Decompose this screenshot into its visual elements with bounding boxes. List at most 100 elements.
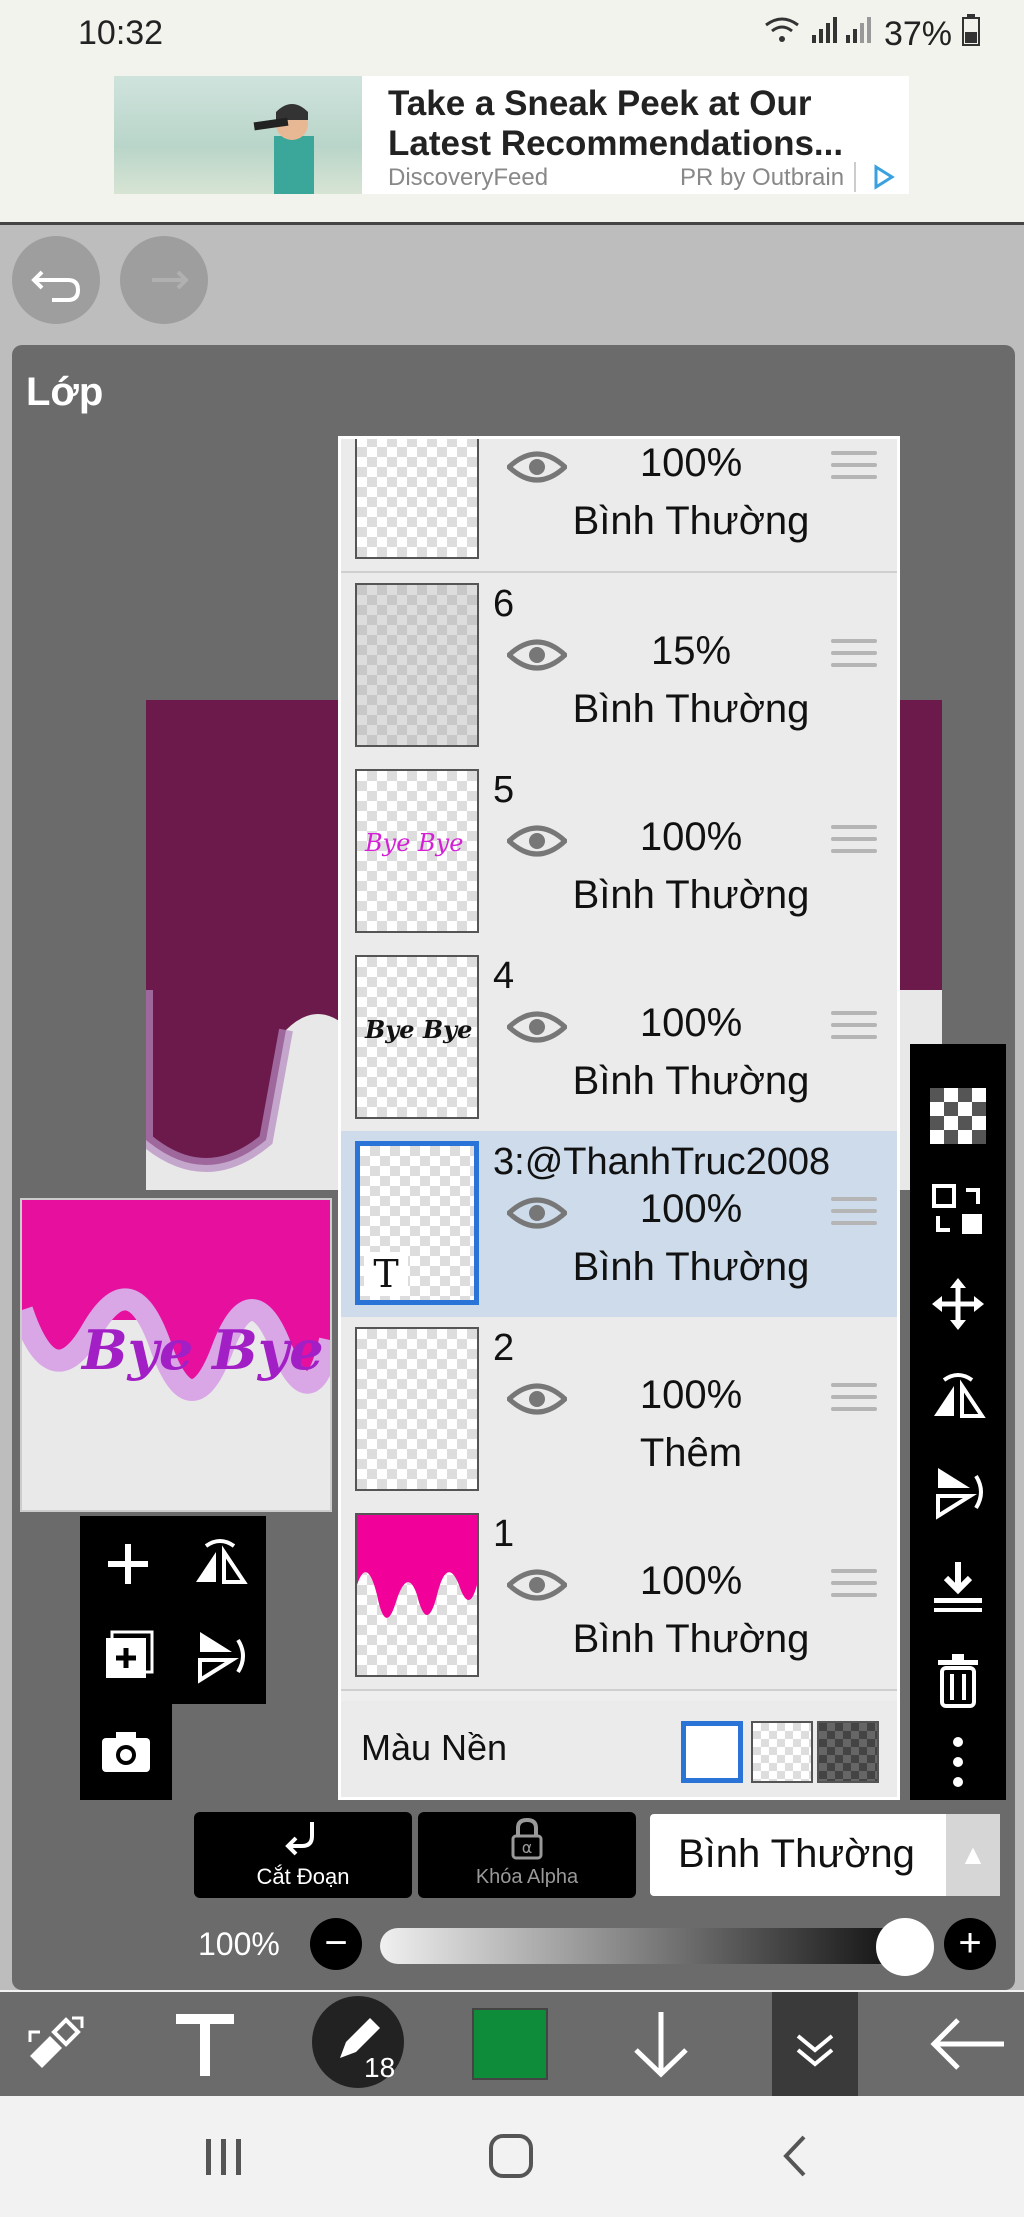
visibility-eye-icon[interactable] [507, 635, 567, 675]
ad-divider [854, 162, 856, 192]
ad-pr-label: PR by Outbrain [680, 164, 845, 191]
drag-handle-icon[interactable] [831, 1569, 877, 1605]
undo-button[interactable] [12, 236, 100, 324]
recent-apps-icon[interactable] [204, 2132, 244, 2192]
dropdown-arrow-icon[interactable]: ▲ [946, 1814, 1000, 1896]
canvas-preview[interactable]: Bye Bye [11, 1198, 341, 1512]
undo-icon [31, 270, 81, 302]
alpha-lock-button[interactable]: α Khóa Alpha [418, 1812, 636, 1898]
visibility-eye-icon[interactable] [507, 1007, 567, 1047]
redo-icon [152, 270, 189, 290]
ad-banner[interactable]: Take a Sneak Peek at Our Latest Recommen… [114, 76, 909, 194]
battery-percent: 37% [883, 15, 952, 53]
lock-icon: α [511, 1818, 543, 1860]
layer-opacity: 100% [639, 815, 743, 859]
visibility-eye-icon[interactable] [507, 1193, 567, 1233]
layer-opacity: 100% [639, 1187, 743, 1231]
ad-image[interactable] [114, 76, 362, 194]
transform-tool-icon[interactable] [10, 2006, 100, 2082]
layer-row[interactable]: Bye Bye 5 100% Bình Thường [341, 759, 897, 947]
add-layer-copy-icon[interactable] [100, 1628, 156, 1684]
layer-row[interactable]: 100% Bình Thường [341, 439, 897, 573]
opacity-slider-knob[interactable] [876, 1918, 934, 1976]
layer-number: 3:@ThanhTruc2008 [493, 1141, 831, 1183]
blend-mode-value: Bình Thường [678, 1832, 915, 1876]
drag-handle-icon[interactable] [831, 825, 877, 861]
opacity-slider[interactable] [380, 1928, 900, 1964]
drag-handle-icon[interactable] [831, 451, 877, 487]
swap-layers-icon[interactable] [930, 1182, 986, 1238]
layer-thumbnail[interactable]: T [355, 1141, 479, 1305]
opacity-increase-button[interactable]: + [944, 1918, 996, 1970]
flip-vertical-layer-icon[interactable] [192, 1628, 248, 1684]
adchoices-icon[interactable] [872, 164, 896, 195]
layer-thumbnail[interactable] [355, 1513, 479, 1677]
background-color-row: Màu Nền [341, 1701, 897, 1797]
layer-row[interactable]: 1 100% Bình Thường [341, 1503, 897, 1691]
visibility-eye-icon[interactable] [507, 447, 567, 487]
layer-blend-mode: Bình Thường [572, 1059, 810, 1103]
layer-opacity: 100% [639, 441, 743, 485]
home-icon[interactable] [488, 2132, 534, 2192]
checkerboard-icon[interactable] [930, 1088, 986, 1144]
layer-thumbnail[interactable] [355, 439, 479, 559]
color-swatch[interactable] [468, 2006, 558, 2082]
flip-horizontal-icon[interactable] [930, 1370, 986, 1426]
down-arrow-icon[interactable] [616, 2006, 706, 2082]
bg-swatch-dark[interactable] [817, 1721, 879, 1783]
more-options-icon[interactable] [930, 1734, 986, 1790]
drag-handle-icon[interactable] [831, 1011, 877, 1047]
collapse-panel-button[interactable] [772, 1992, 858, 2096]
clip-button[interactable]: Cắt Đoạn [194, 1812, 412, 1898]
trash-icon[interactable] [930, 1652, 986, 1708]
layer-row[interactable]: 6 15% Bình Thường [341, 573, 897, 761]
clip-arrow-icon [285, 1822, 314, 1856]
opacity-decrease-button[interactable]: − [310, 1918, 362, 1970]
layer-add-toolbar [80, 1516, 266, 1704]
layer-thumbnail[interactable] [355, 1327, 479, 1491]
layer-row[interactable]: Bye Bye 4 100% Bình Thường [341, 945, 897, 1133]
ad-title[interactable]: Take a Sneak Peek at Our Latest Recommen… [388, 84, 888, 164]
back-arrow-icon[interactable] [920, 2006, 1010, 2082]
brush-tool-button[interactable]: 18 [312, 1996, 408, 2092]
camera-icon[interactable] [98, 1724, 154, 1780]
blend-mode-dropdown[interactable]: Bình Thường ▲ [650, 1814, 1000, 1896]
visibility-eye-icon[interactable] [507, 821, 567, 861]
panel-title: Lớp [26, 370, 104, 414]
bg-swatch-white[interactable] [681, 1721, 743, 1783]
bg-swatch-transparent[interactable] [751, 1721, 813, 1783]
visibility-eye-icon[interactable] [507, 1379, 567, 1419]
text-layer-icon: T [364, 1252, 408, 1296]
ad-source: DiscoveryFeed [388, 164, 549, 191]
brush-size: 18 [364, 2052, 396, 2083]
layer-opacity: 100% [639, 1373, 743, 1417]
layer-thumbnail[interactable] [355, 583, 479, 747]
drag-handle-icon[interactable] [831, 1383, 877, 1419]
system-nav-bar [0, 2096, 1024, 2217]
layer-thumbnail[interactable]: Bye Bye [355, 769, 479, 933]
layer-row[interactable]: 2 100% Thêm [341, 1317, 897, 1505]
layer-blend-mode: Bình Thường [572, 499, 810, 543]
add-layer-icon[interactable] [100, 1536, 156, 1592]
redo-button[interactable] [120, 236, 208, 324]
back-icon[interactable] [780, 2132, 810, 2192]
layer-thumbnail[interactable]: Bye Bye [355, 955, 479, 1119]
text-tool-icon[interactable] [160, 2006, 250, 2082]
layer-number: 6 [493, 583, 515, 625]
camera-toolbar [80, 1704, 172, 1800]
status-time: 10:32 [78, 14, 164, 52]
ad-bar: Take a Sneak Peek at Our Latest Recommen… [0, 72, 1024, 225]
flip-layer-icon[interactable] [192, 1536, 248, 1592]
status-indicators: 37% [764, 14, 980, 55]
visibility-eye-icon[interactable] [507, 1565, 567, 1605]
layer-list[interactable]: 100% Bình Thường 6 15% Bình Thường Bye B… [338, 436, 900, 1800]
wifi-icon [764, 15, 800, 54]
flip-vertical-icon[interactable] [930, 1464, 986, 1520]
layer-row-selected[interactable]: T 3:@ThanhTruc2008 100% Bình Thường [341, 1131, 897, 1319]
clip-label: Cắt Đoạn [256, 1864, 350, 1889]
merge-down-icon[interactable] [930, 1558, 986, 1614]
drag-handle-icon[interactable] [831, 1197, 877, 1233]
drag-handle-icon[interactable] [831, 639, 877, 675]
layer-opacity: 15% [650, 629, 732, 673]
move-icon[interactable] [930, 1276, 986, 1332]
